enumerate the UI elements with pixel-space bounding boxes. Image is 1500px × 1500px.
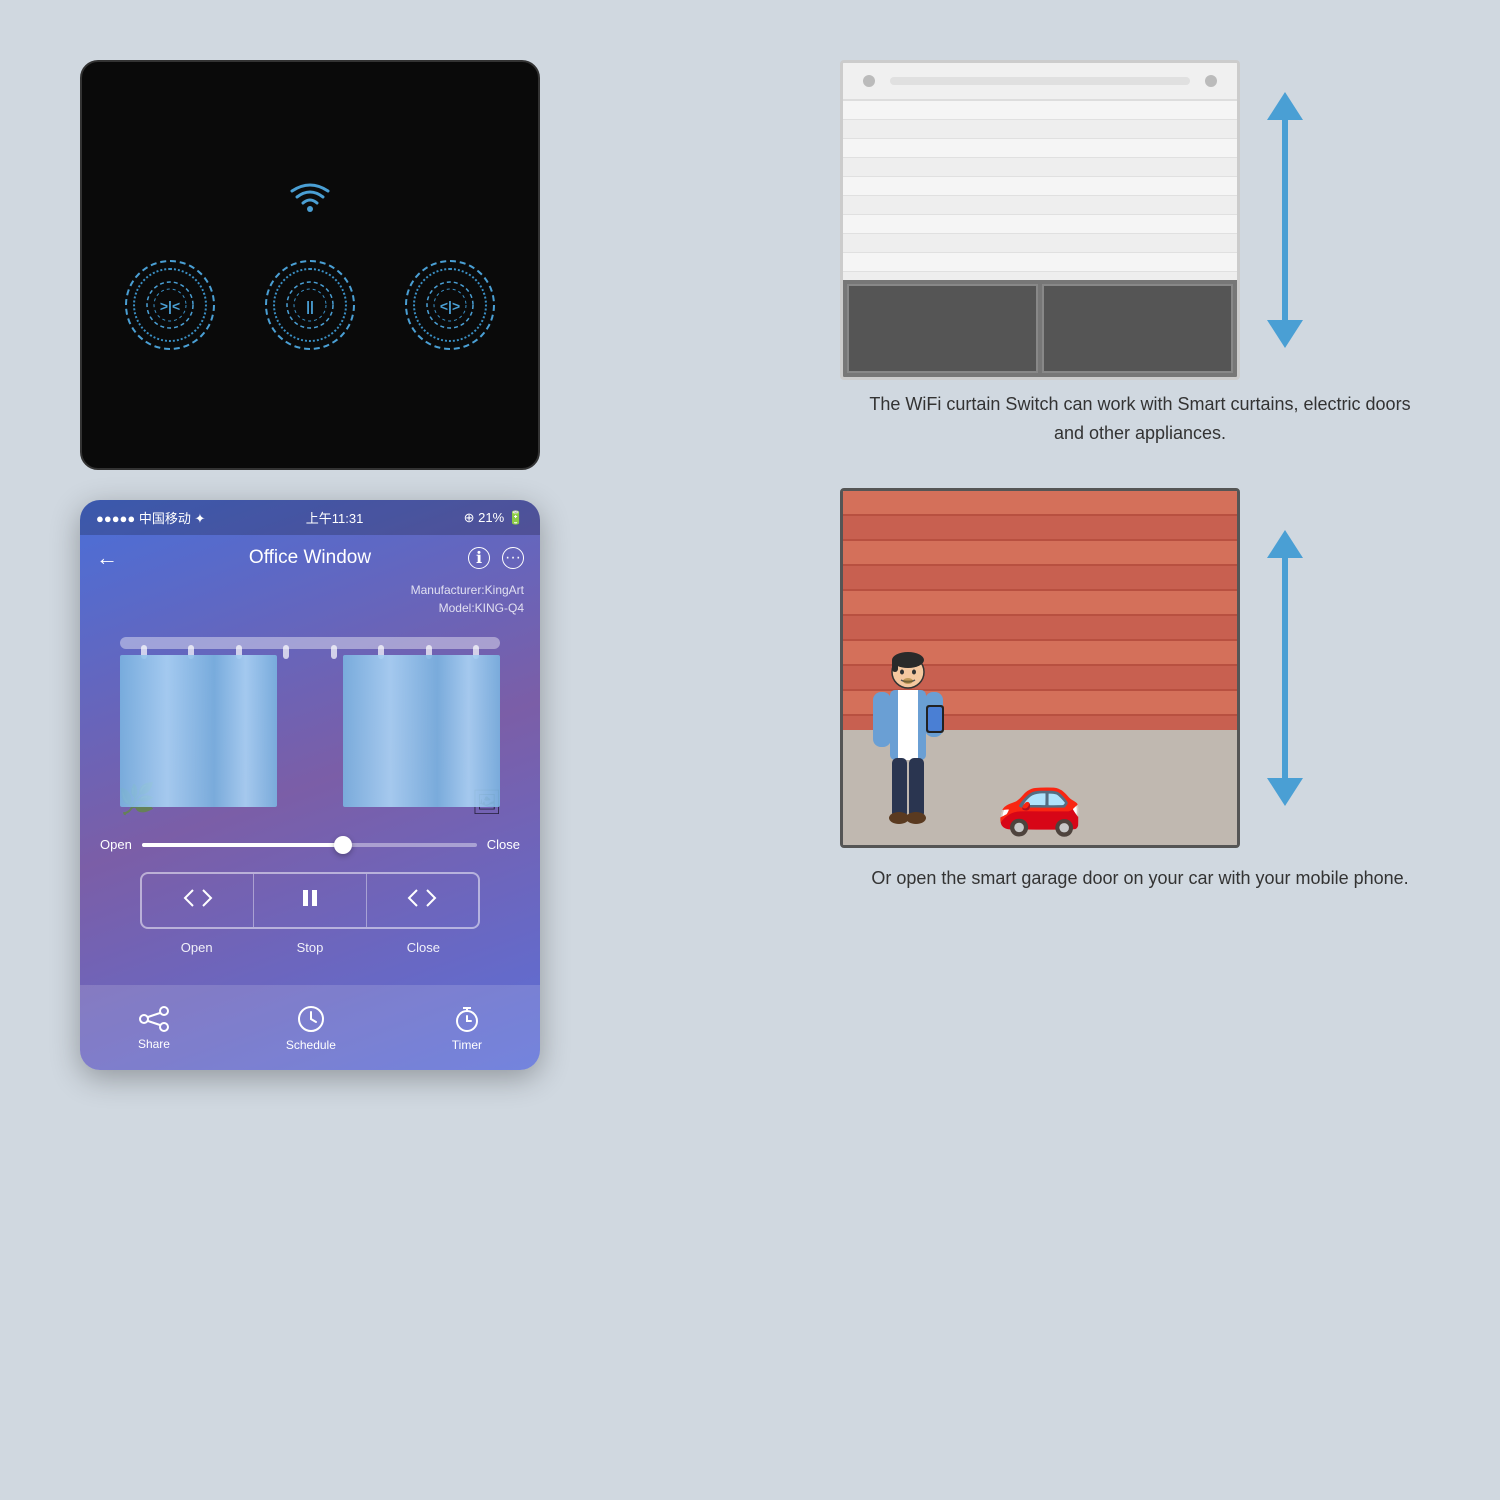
open-button-circle[interactable]: >|< <box>125 260 215 350</box>
garage-illustration: 🚗 <box>840 488 1240 848</box>
arrow-down <box>1267 320 1303 348</box>
status-bar: ●●●●● 中国移动 ✦ 上午11:31 ⊕ 21% 🔋 <box>80 500 540 535</box>
ctrl-labels-row: Open Stop Close <box>140 939 480 957</box>
slider-thumb[interactable] <box>334 836 352 854</box>
shutter-arrows <box>1260 92 1310 348</box>
person-with-phone <box>868 650 948 835</box>
open-ctrl-button[interactable] <box>142 874 254 927</box>
more-icon[interactable]: ··· <box>502 547 524 569</box>
garage-arrows <box>1260 530 1310 806</box>
back-button[interactable]: ← <box>96 545 118 571</box>
schedule-tab[interactable]: Schedule <box>286 1004 336 1052</box>
slider-close-label: Close <box>487 837 520 852</box>
shutter-desc-text: The WiFi curtain Switch can work with Sm… <box>869 394 1410 443</box>
arrow-line <box>1282 120 1288 320</box>
window-panes <box>843 280 1237 377</box>
phone-nav-bar: ← Office Window ℹ ··· <box>80 535 540 581</box>
tab-bar: Share Schedule Timer <box>80 985 540 1070</box>
close-label: Close <box>367 939 480 957</box>
open-label: Open <box>140 939 253 957</box>
timer-tab-label: Timer <box>452 1038 482 1052</box>
curtain-right <box>343 655 500 807</box>
share-tab-label: Share <box>138 1037 170 1051</box>
garage-desc-text: Or open the smart garage door on your ca… <box>871 868 1408 888</box>
stop-ctrl-button[interactable] <box>254 874 366 927</box>
car-icon: 🚗 <box>996 758 1083 840</box>
stop-label: Stop <box>253 939 366 957</box>
slider-open-label: Open <box>100 837 132 852</box>
shutter-section <box>840 60 1440 380</box>
svg-text:<|>: <|> <box>440 298 460 314</box>
timer-tab[interactable]: Timer <box>452 1004 482 1052</box>
svg-text:||: || <box>306 298 314 314</box>
shutter-description: The WiFi curtain Switch can work with Sm… <box>840 390 1440 448</box>
slider-track[interactable] <box>142 843 477 847</box>
close-button-circle[interactable]: <|> <box>405 260 495 350</box>
time-text: 上午11:31 <box>306 508 364 527</box>
wifi-icon <box>290 181 330 220</box>
phone-subtitle: Manufacturer:KingArt Model:KING-Q4 <box>80 581 540 617</box>
device-switch-panel: >|< || <|> <box>80 60 540 470</box>
control-buttons <box>140 872 480 929</box>
garage-arrow-up <box>1267 530 1303 558</box>
arrow-up <box>1267 92 1303 120</box>
share-tab[interactable]: Share <box>138 1005 170 1051</box>
close-ctrl-button[interactable] <box>367 874 478 927</box>
svg-text:>|<: >|< <box>160 298 180 314</box>
app-title: Office Window <box>249 547 371 569</box>
shutter-rail <box>843 63 1237 101</box>
schedule-tab-label: Schedule <box>286 1038 336 1052</box>
garage-arrow-down <box>1267 778 1303 806</box>
shutter-illustration <box>840 60 1240 380</box>
curtain-illustration: 🌿 🖼 <box>110 637 510 817</box>
shutter-slats <box>843 101 1237 286</box>
slider-fill <box>142 843 343 847</box>
carrier-text: ●●●●● 中国移动 ✦ <box>96 508 205 527</box>
garage-arrow-line <box>1282 558 1288 778</box>
garage-section: 🚗 <box>840 488 1440 848</box>
garage-description: Or open the smart garage door on your ca… <box>840 864 1440 893</box>
control-buttons-area: Open Stop Close <box>110 872 510 957</box>
info-icon[interactable]: ℹ <box>468 547 490 569</box>
phone-app: ●●●●● 中国移动 ✦ 上午11:31 ⊕ 21% 🔋 ← Office Wi… <box>80 500 540 1070</box>
switch-buttons-row: >|< || <|> <box>125 260 495 350</box>
stop-button-circle[interactable]: || <box>265 260 355 350</box>
manufacturer-text: Manufacturer:KingArt <box>96 581 524 599</box>
slider-area: Open Close <box>80 827 540 862</box>
battery-text: ⊕ 21% 🔋 <box>464 510 524 526</box>
model-text: Model:KING-Q4 <box>96 599 524 617</box>
curtains <box>120 655 500 807</box>
curtain-left <box>120 655 277 807</box>
nav-icons: ℹ ··· <box>468 547 524 569</box>
right-panel: The WiFi curtain Switch can work with Sm… <box>840 60 1440 892</box>
